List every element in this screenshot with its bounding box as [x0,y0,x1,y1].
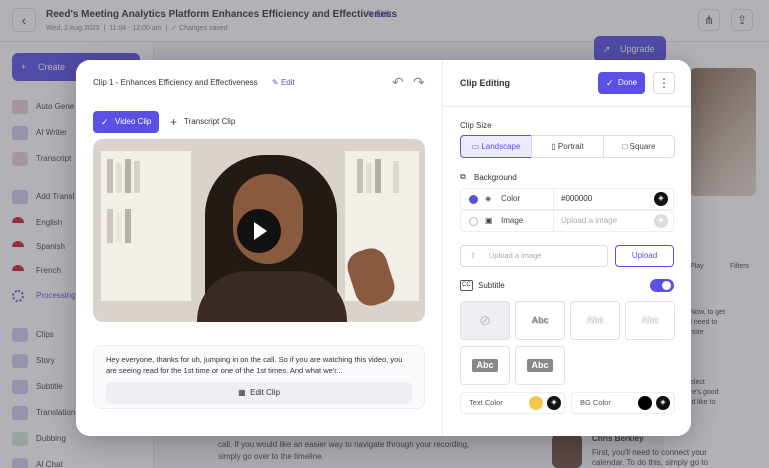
undo-icon[interactable]: ↶ [392,74,404,91]
clip-edit-label: Edit [280,78,295,87]
disabled-icon: ⊘ [479,312,491,328]
subtitle-style-4[interactable]: Abc [460,346,510,385]
cc-icon: CC [460,280,473,291]
style-sample: Abc [527,359,553,372]
clip-preview-section: Clip 1 - Enhances Efficiency and Effecti… [76,60,442,436]
video-player[interactable] [93,139,425,322]
subtitle-style-1[interactable]: Abc [515,301,565,340]
done-label: Done [618,78,638,87]
book [393,161,399,193]
size-square-option[interactable]: □ Square [603,135,675,158]
play-icon[interactable] [237,209,281,253]
size-portrait-option[interactable]: ▯ Portrait [531,135,604,158]
check-icon: ✓ [101,117,109,127]
color-label: Color [501,194,521,203]
divider [553,211,554,231]
color-radio[interactable] [469,195,478,204]
color-picker-icon[interactable]: ◈ [654,192,668,206]
image-radio[interactable] [469,217,478,226]
book [116,163,122,193]
size-label: Square [629,142,656,151]
text-color-picker[interactable]: Text Color ◈ [460,392,565,414]
book [107,159,113,193]
subtitle-toggle[interactable] [650,279,674,292]
more-options-icon[interactable]: ⋮ [653,72,675,94]
text-color-label: Text Color [469,398,503,407]
fill-icon: ◈ [485,194,492,203]
style-sample: Abc [586,315,604,325]
panel-title: Clip Editing [460,78,510,88]
book [134,161,140,193]
book [125,209,131,243]
image-picker-icon[interactable]: ◈ [654,214,668,228]
subtitle-label: Subtitle [478,281,505,290]
image-placeholder: Upload a image [561,216,618,225]
subtitle-style-2[interactable]: Abc [570,301,620,340]
bookshelf [101,151,191,301]
tab-label: Video Clip [115,117,152,126]
clip-transcript-text: Hey everyone, thanks for uh, jumping in … [106,355,403,375]
eyedropper-icon[interactable]: ◈ [547,396,561,410]
tab-label: Transcript Clip [184,117,236,126]
book [107,209,113,243]
book [125,159,131,193]
clip-edit-button[interactable]: ✎ Edit [272,78,295,87]
background-icon: ⧉ [460,172,466,181]
bg-color-picker[interactable]: BG Color ◈ [571,392,675,414]
background-label: Background [474,173,517,182]
color-value: #000000 [561,194,593,203]
upload-icon: ⇧ [470,251,477,260]
subtitle-section-label: CC Subtitle [460,280,505,291]
upload-label: Upload [631,251,658,260]
bg-color-label: BG Color [580,398,611,407]
person-body [197,271,347,322]
clip-transcript-box: Hey everyone, thanks for uh, jumping in … [93,345,425,409]
bg-color-swatch[interactable] [638,396,652,410]
tab-video-clip[interactable]: ✓ Video Clip [93,111,159,133]
subtitle-style-5[interactable]: Abc [515,346,565,385]
book [366,163,372,193]
image-icon: ▣ [485,216,493,225]
upload-button[interactable]: Upload [615,245,674,267]
size-label: Landscape [481,142,521,151]
check-icon: ✓ [606,78,614,88]
toggle-knob [662,281,671,290]
divider [553,189,554,209]
done-button[interactable]: ✓ Done [598,72,645,94]
upload-image-input[interactable]: ⇧ Upload a image [460,245,608,267]
image-label: Image [501,216,524,225]
style-sample: Abc [641,315,659,325]
clip-editing-panel: Clip Editing ✓ Done ⋮ Clip Size ▭ Landsc… [442,60,691,436]
background-section-label: ⧉ Background [460,172,517,182]
redo-icon[interactable]: ↷ [413,74,425,91]
clip-size-label: Clip Size [460,121,492,130]
size-landscape-option[interactable]: ▭ Landscape [460,135,532,158]
edit-clip-label: Edit Clip [250,388,280,397]
background-image-row[interactable]: ▣ Image Upload a image ◈ [460,210,674,232]
background-color-row[interactable]: ◈ Color #000000 ◈ [460,188,674,210]
plus-icon: + [170,115,178,129]
book [375,159,381,193]
subtitle-style-none[interactable]: ⊘ [460,301,510,340]
play-triangle [254,222,267,240]
style-sample: Abc [531,315,549,325]
tab-transcript-clip[interactable]: + Transcript Clip [168,111,235,133]
size-label: Portrait [557,142,584,151]
book [357,159,363,193]
text-color-swatch[interactable] [529,396,543,410]
upload-placeholder: Upload a image [489,251,542,260]
divider [443,106,691,107]
subtitle-style-3[interactable]: Abc [625,301,675,340]
edit-clip-button[interactable]: ▦ Edit Clip [106,382,412,404]
clip-editor-modal: Clip 1 - Enhances Efficiency and Effecti… [76,60,691,436]
book [116,213,122,243]
clip-title: Clip 1 - Enhances Efficiency and Effecti… [93,78,258,87]
film-icon: ▦ [238,388,246,397]
eyedropper-icon[interactable]: ◈ [656,396,670,410]
style-sample: Abc [472,359,498,372]
